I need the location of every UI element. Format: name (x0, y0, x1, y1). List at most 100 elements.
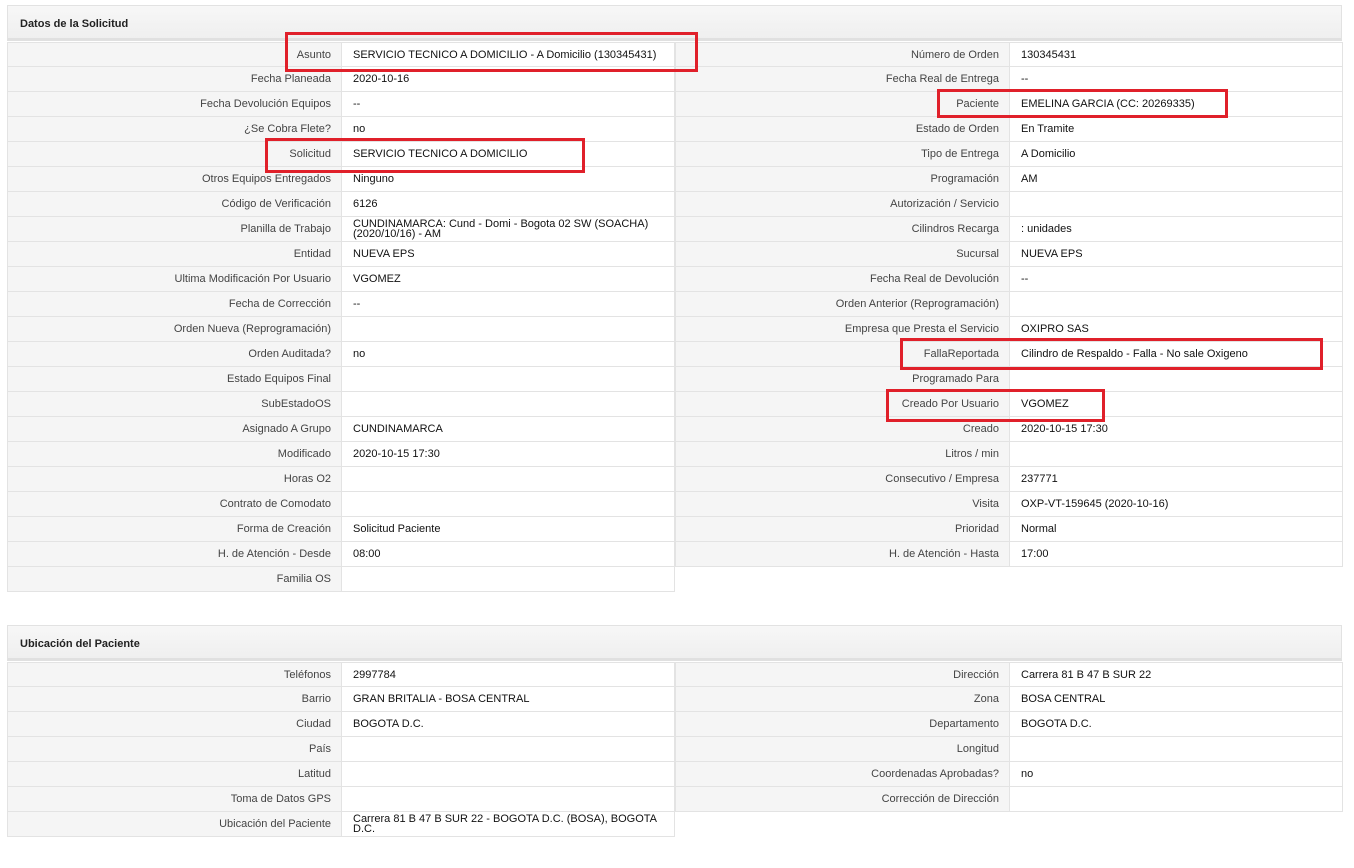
field-value-fecha-de-correccion: -- (342, 292, 675, 317)
field-row-sucursal: Sucursal NUEVA EPS (675, 242, 1343, 267)
field-value-estado-de-orden: En Tramite (1010, 117, 1343, 142)
field-value-solicitud: SERVICIO TECNICO A DOMICILIO (342, 142, 675, 167)
field-row-creado: Creado 2020-10-15 17:30 (675, 417, 1343, 442)
field-value-pais (342, 737, 675, 762)
field-label-ubicacion-del-paciente: Ubicación del Paciente (7, 812, 342, 837)
field-value-programacion: AM (1010, 167, 1343, 192)
field-value-familia-os (342, 567, 675, 592)
field-label-h-de-atencion-hasta: H. de Atención - Hasta (675, 542, 1010, 567)
field-value-zona: BOSA CENTRAL (1010, 687, 1343, 712)
field-label-departamento: Departamento (675, 712, 1010, 737)
field-label-forma-de-creacion: Forma de Creación (7, 517, 342, 542)
field-row-pais: País (7, 737, 675, 762)
solicitud-section-header: Datos de la Solicitud (7, 5, 1342, 41)
field-row-fecha-devolucion-equipos: Fecha Devolución Equipos -- (7, 92, 675, 117)
field-value-fallareportada: Cilindro de Respaldo - Falla - No sale O… (1010, 342, 1343, 367)
field-row-modificado: Modificado 2020-10-15 17:30 (7, 442, 675, 467)
field-label-programacion: Programación (675, 167, 1010, 192)
field-row-subestadoos: SubEstadoOS (7, 392, 675, 417)
field-label-pais: País (7, 737, 342, 762)
field-value-ubicacion-del-paciente: Carrera 81 B 47 B SUR 22 - BOGOTA D.C. (… (342, 812, 675, 837)
field-row-ciudad: Ciudad BOGOTA D.C. (7, 712, 675, 737)
field-value-fecha-planeada: 2020-10-16 (342, 67, 675, 92)
field-value-horas-o2 (342, 467, 675, 492)
field-value-correccion-de-direccion (1010, 787, 1343, 812)
field-row-toma-de-datos-gps: Toma de Datos GPS (7, 787, 675, 812)
field-label-entidad: Entidad (7, 242, 342, 267)
field-label-fecha-de-correccion: Fecha de Corrección (7, 292, 342, 317)
field-row-estado-de-orden: Estado de Orden En Tramite (675, 117, 1343, 142)
field-label-fallareportada: FallaReportada (675, 342, 1010, 367)
field-label-orden-nueva-reprogramacion: Orden Nueva (Reprogramación) (7, 317, 342, 342)
field-row-numero-de-orden: Número de Orden 130345431 (675, 42, 1343, 67)
field-row-empresa-que-presta-el-servicio: Empresa que Presta el Servicio OXIPRO SAS (675, 317, 1343, 342)
field-value-creado-por-usuario: VGOMEZ (1010, 392, 1343, 417)
field-value-barrio: GRAN BRITALIA - BOSA CENTRAL (342, 687, 675, 712)
field-value-orden-auditada: no (342, 342, 675, 367)
field-value-codigo-de-verificacion: 6126 (342, 192, 675, 217)
field-label-creado-por-usuario: Creado Por Usuario (675, 392, 1010, 417)
solicitud-section-title: Datos de la Solicitud (20, 18, 129, 30)
ubicacion-section-header: Ubicación del Paciente (7, 625, 1342, 661)
field-label-fecha-planeada: Fecha Planeada (7, 67, 342, 92)
field-value-entidad: NUEVA EPS (342, 242, 675, 267)
field-value-h-de-atencion-hasta: 17:00 (1010, 542, 1343, 567)
field-label-sucursal: Sucursal (675, 242, 1010, 267)
field-value-numero-de-orden: 130345431 (1010, 42, 1343, 67)
field-value-otros-equipos-entregados: Ninguno (342, 167, 675, 192)
field-row-fallareportada: FallaReportada Cilindro de Respaldo - Fal… (675, 342, 1343, 367)
field-value-tipo-de-entrega: A Domicilio (1010, 142, 1343, 167)
field-label-estado-de-orden: Estado de Orden (675, 117, 1010, 142)
field-value-sucursal: NUEVA EPS (1010, 242, 1343, 267)
field-row-contrato-de-comodato: Contrato de Comodato (7, 492, 675, 517)
field-label-toma-de-datos-gps: Toma de Datos GPS (7, 787, 342, 812)
field-value-orden-nueva-reprogramacion (342, 317, 675, 342)
field-row-cilindros-recarga: Cilindros Recarga: unidades (675, 217, 1343, 242)
field-value-estado-equipos-final (342, 367, 675, 392)
field-label-codigo-de-verificacion: Código de Verificación (7, 192, 342, 217)
ubicacion-section-title: Ubicación del Paciente (20, 638, 140, 650)
field-row-coordenadas-aprobadas: Coordenadas Aprobadas? no (675, 762, 1343, 787)
field-row-codigo-de-verificacion: Código de Verificación 6126 (7, 192, 675, 217)
field-value-contrato-de-comodato (342, 492, 675, 517)
field-row-zona: Zona BOSA CENTRAL (675, 687, 1343, 712)
field-label-coordenadas-aprobadas: Coordenadas Aprobadas? (675, 762, 1010, 787)
field-value-orden-anterior-reprogramacion (1010, 292, 1343, 317)
field-value-planilla-de-trabajo: CUNDINAMARCA: Cund - Domi - Bogota 02 SW… (342, 217, 675, 242)
field-label-programado-para: Programado Para (675, 367, 1010, 392)
field-row-h-de-atencion-desde: H. de Atención - Desde 08:00 (7, 542, 675, 567)
field-value-coordenadas-aprobadas: no (1010, 762, 1343, 787)
field-value-asignado-a-grupo: CUNDINAMARCA (342, 417, 675, 442)
field-label-consecutivo-empresa: Consecutivo / Empresa (675, 467, 1010, 492)
field-row-fecha-planeada: Fecha Planeada 2020-10-16 (7, 67, 675, 92)
field-label-ciudad: Ciudad (7, 712, 342, 737)
field-row-fecha-de-correccion: Fecha de Corrección -- (7, 292, 675, 317)
field-row-visita: Visita OXP-VT-159645 (2020-10-16) (675, 492, 1343, 517)
field-row-autorizacion-servicio: Autorización / Servicio (675, 192, 1343, 217)
field-value-se-cobra-flete: no (342, 117, 675, 142)
field-value-visita: OXP-VT-159645 (2020-10-16) (1010, 492, 1343, 517)
field-label-horas-o2: Horas O2 (7, 467, 342, 492)
field-label-orden-auditada: Orden Auditada? (7, 342, 342, 367)
field-label-litros-min: Litros / min (675, 442, 1010, 467)
field-value-fecha-real-de-entrega: -- (1010, 67, 1343, 92)
field-row-paciente: Paciente EMELINA GARCIA (CC: 20269335) (675, 92, 1343, 117)
field-label-asignado-a-grupo: Asignado A Grupo (7, 417, 342, 442)
field-value-prioridad: Normal (1010, 517, 1343, 542)
field-label-fecha-devolucion-equipos: Fecha Devolución Equipos (7, 92, 342, 117)
field-row-fecha-real-de-devolucion: Fecha Real de Devolución -- (675, 267, 1343, 292)
field-label-tipo-de-entrega: Tipo de Entrega (675, 142, 1010, 167)
field-label-creado: Creado (675, 417, 1010, 442)
field-label-paciente: Paciente (675, 92, 1010, 117)
field-row-barrio: Barrio GRAN BRITALIA - BOSA CENTRAL (7, 687, 675, 712)
field-label-latitud: Latitud (7, 762, 342, 787)
field-value-subestadoos (342, 392, 675, 417)
field-value-toma-de-datos-gps (342, 787, 675, 812)
field-row-orden-auditada: Orden Auditada? no (7, 342, 675, 367)
field-label-subestadoos: SubEstadoOS (7, 392, 342, 417)
field-row-forma-de-creacion: Forma de Creación Solicitud Paciente (7, 517, 675, 542)
field-row-se-cobra-flete: ¿Se Cobra Flete? no (7, 117, 675, 142)
field-row-familia-os: Familia OS (7, 567, 675, 592)
field-value-telefonos: 2997784 (342, 662, 675, 687)
field-label-direccion: Dirección (675, 662, 1010, 687)
